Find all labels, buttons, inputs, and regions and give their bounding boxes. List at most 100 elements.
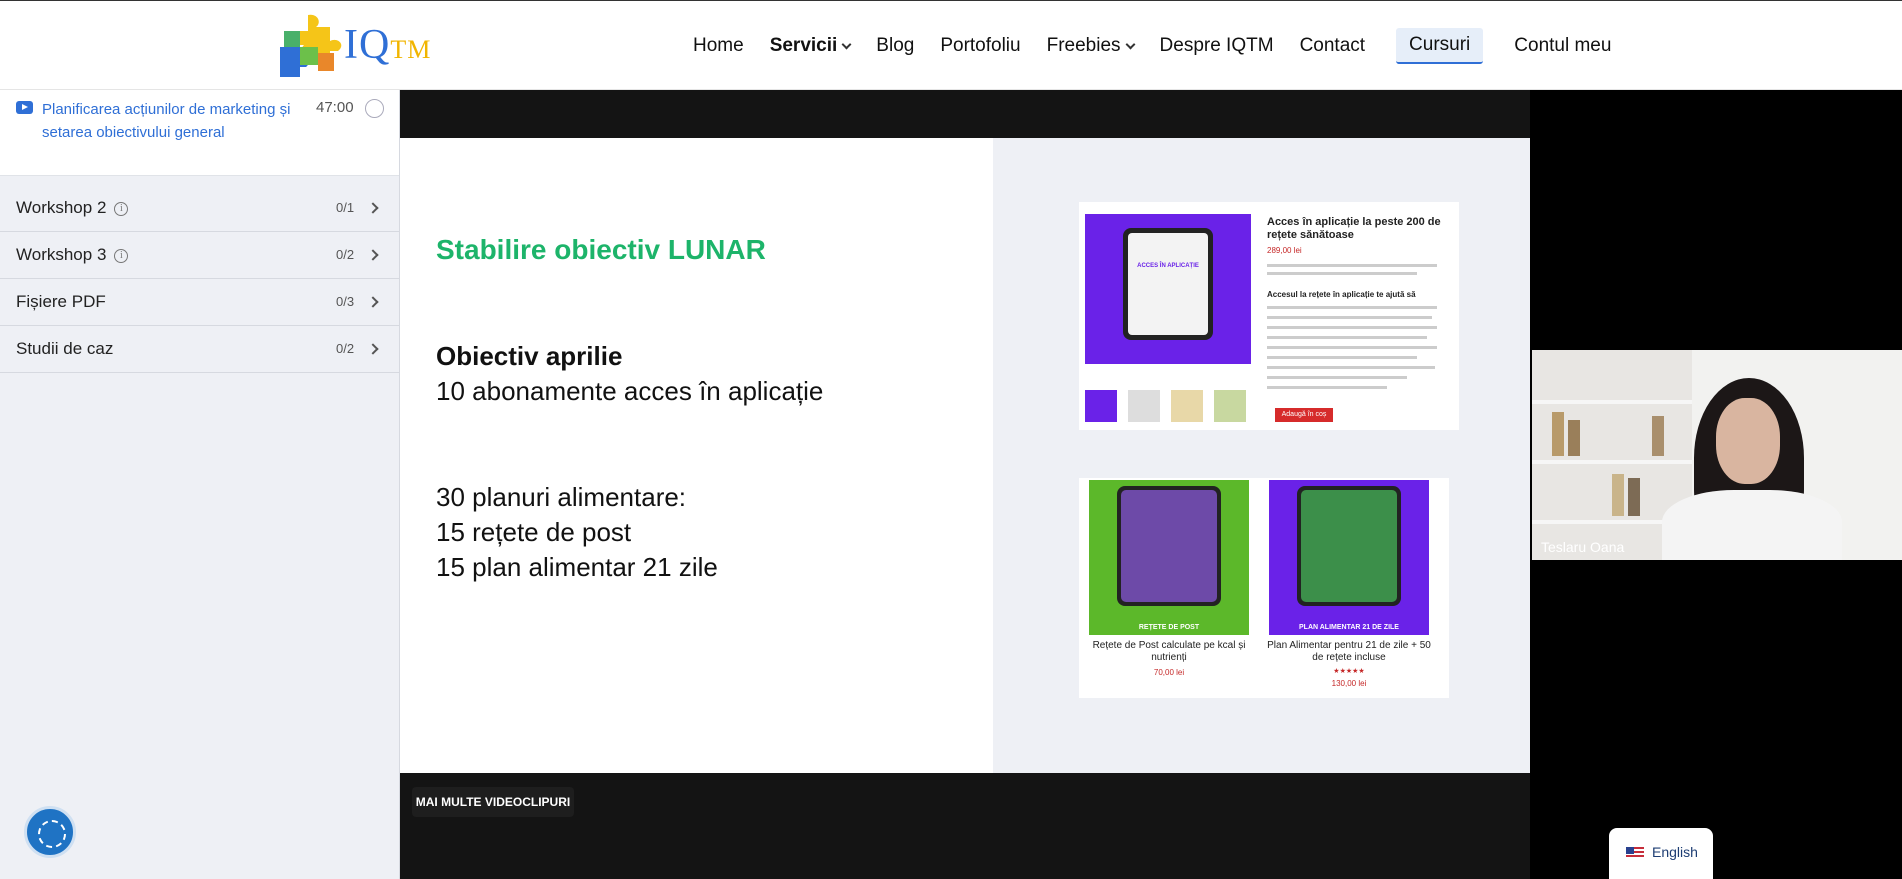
product-thumbnails [1085,390,1255,422]
section-workshop-3[interactable]: Workshop 3 i 0/2 [0,232,399,279]
book [1652,416,1664,456]
text-line [1267,356,1417,359]
nav-home[interactable]: Home [680,28,757,64]
tablet-icon: ACCES ÎN APLICAȚIE [1123,228,1213,340]
text-line [1267,366,1435,369]
section-title: Studii de caz [16,339,114,358]
participant-video [1532,350,1902,560]
card-label: PLAN ALIMENTAR 21 DE ZILE [1299,624,1399,631]
iqtm-logo[interactable]: IQTM [278,13,448,79]
info-icon[interactable]: i [114,201,129,216]
nav-freebies[interactable]: Freebies [1034,28,1147,64]
section-workshop-2[interactable]: Workshop 2 i 0/1 [0,185,399,232]
thumbnail [1128,390,1160,422]
nav-contact-label: Contact [1299,35,1366,56]
text-line [1267,272,1417,275]
participant-name: Teslaru Oana [1541,539,1625,555]
text-line [1267,316,1432,319]
puzzle-logo-icon [280,14,342,77]
chevron-right-icon [367,343,379,355]
shelf-row [1532,460,1692,464]
section-title: Fișiere PDF [16,292,106,311]
text-line [1267,376,1407,379]
play-icon [16,101,33,114]
person-face [1716,398,1780,484]
nav-portofoliu-label: Portofoliu [940,35,1021,56]
book [1628,478,1640,516]
nav-despre[interactable]: Despre IQTM [1147,28,1287,64]
nav-despre-label: Despre IQTM [1159,35,1274,56]
card-caption: Plan Alimentar pentru 21 de zile + 50 de… [1267,640,1431,663]
nav-cursuri-label: Cursuri [1409,34,1471,55]
language-switcher[interactable]: English [1609,828,1713,879]
text-line [1267,386,1387,389]
nav-portofoliu[interactable]: Portofoliu [927,28,1033,64]
product-image: ACCES ÎN APLICAȚIE [1085,214,1251,364]
section-count: 0/2 [336,247,355,262]
more-videos-button[interactable]: MAI MULTE VIDEOCLIPURI [412,787,574,817]
nav-blog[interactable]: Blog [863,28,927,64]
nav-freebies-label: Freebies [1046,35,1121,56]
section-title: Workshop 3 i [16,245,129,265]
section-count: 0/1 [336,200,355,215]
nav-servicii-label: Servicii [769,35,838,56]
shelf-row [1532,400,1692,404]
slide-heading: Stabilire obiectiv LUNAR [436,234,766,265]
rating-stars: ★★★★★ [1333,668,1365,675]
tablet-icon [1297,486,1401,606]
presentation-slide: Stabilire obiectiv LUNAR Obiectiv aprili… [400,138,1530,773]
text-line [1267,336,1427,339]
course-sidebar: Planificarea acțiunilor de marketing și … [0,90,400,879]
tablet-icon [1117,486,1221,606]
book [1568,420,1580,456]
product-subtitle: Accesul la rețete în aplicație te ajută … [1267,290,1416,299]
chevron-down-icon [841,39,852,49]
slide-line: 15 plan alimentar 21 zile [436,552,718,582]
info-icon[interactable]: i [114,248,129,263]
nav-contul-meu[interactable]: Contul meu [1501,28,1624,64]
slide-goal-text: 10 abonamente acces în aplicație [436,376,824,406]
nav-servicii[interactable]: Servicii [757,28,864,64]
chevron-right-icon [367,249,379,261]
nav-contact[interactable]: Contact [1287,28,1378,64]
add-to-cart-button: Adaugă în coș [1275,408,1333,422]
slide-goal-title: Obiectiv aprilie [436,341,623,371]
text-line [1267,306,1437,309]
nav-contul-meu-label: Contul meu [1514,35,1612,56]
slide-line: 15 rețete de post [436,517,632,547]
logo-tm: TM [390,35,432,64]
card-caption: Rețete de Post calculate pe kcal și nutr… [1092,640,1246,663]
section-count: 0/2 [336,341,355,356]
lesson-title: Planificarea acțiunilor de marketing și … [42,101,291,141]
tablet-label: ACCES ÎN APLICAȚIE [1137,263,1199,269]
lesson-complete-checkbox[interactable] [365,99,384,118]
person-body [1662,490,1842,560]
thumbnail [1085,390,1117,422]
card-price: 130,00 lei [1331,679,1367,688]
chevron-down-icon [1125,39,1135,49]
section-title: Workshop 2 i [16,198,129,218]
product-price: 289,00 lei [1267,246,1302,255]
tablet-screen [1121,490,1217,602]
product-title: Acces în aplicație la peste 200 de rețet… [1267,216,1441,241]
section-title-text: Workshop 2 [16,198,107,217]
text-line [1267,264,1437,267]
card-price: 70,00 lei [1153,668,1185,677]
main-nav: Home Servicii Blog Portofoliu Freebies D… [680,1,1624,91]
book [1612,474,1624,516]
slide-line: 30 planuri alimentare: [436,482,687,512]
nav-cursuri[interactable]: Cursuri [1396,28,1484,64]
product-cards: REȚETE DE POST PLAN ALIMENTAR 21 DE ZILE… [1079,478,1449,698]
current-lesson-item[interactable]: Planificarea acțiunilor de marketing și … [0,90,399,176]
site-header: IQTM Home Servicii Blog Portofoliu Freeb… [0,0,1902,90]
tablet-screen [1301,490,1397,602]
language-label: English [1652,844,1698,860]
accessibility-fingerprint-icon[interactable] [24,806,76,858]
section-fisiere-pdf[interactable]: Fișiere PDF 0/3 [0,279,399,326]
section-title-text: Workshop 3 [16,245,107,264]
book [1552,412,1564,456]
section-studii-de-caz[interactable]: Studii de caz 0/2 [0,326,399,373]
tablet-screen: ACCES ÎN APLICAȚIE [1128,233,1208,335]
text-line [1267,326,1437,329]
product-card-retete-post: REȚETE DE POST [1089,480,1249,635]
